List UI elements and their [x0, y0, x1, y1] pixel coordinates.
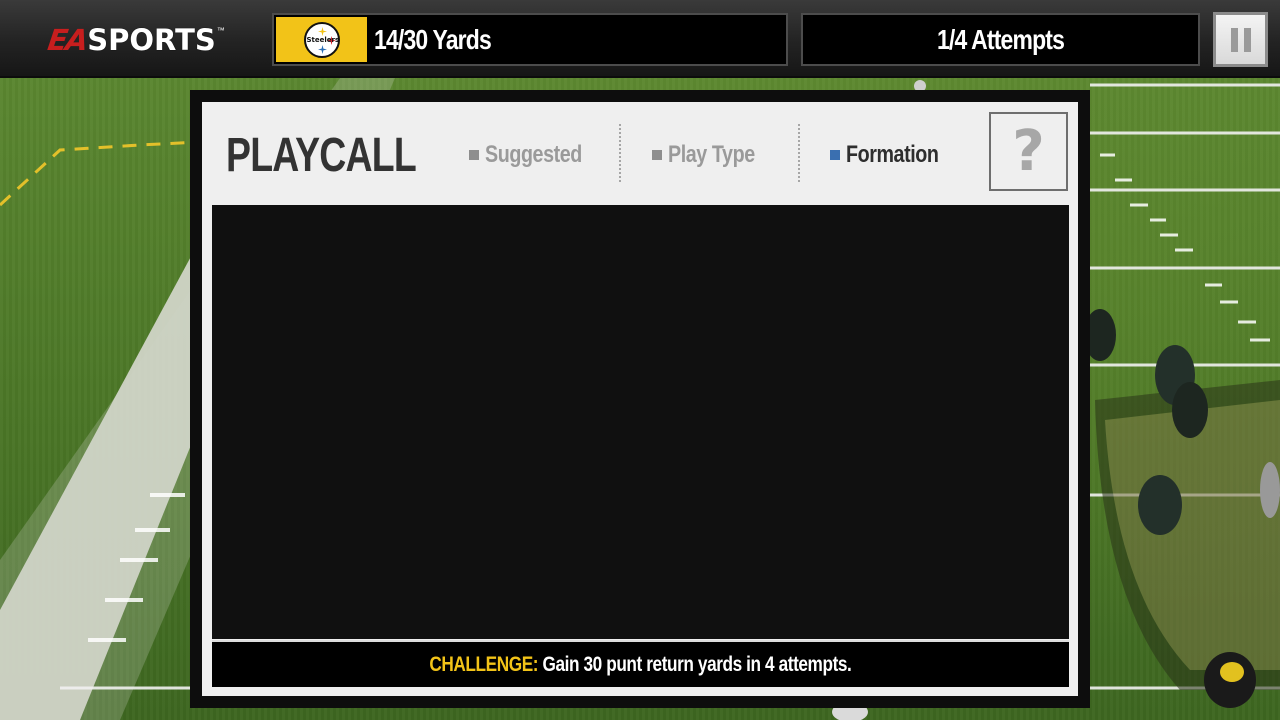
yards-counter: 14/30 Yards — [374, 24, 492, 55]
steelers-logo-icon: Steelers — [303, 21, 340, 58]
help-icon: ? — [1012, 119, 1045, 184]
pause-icon-bar — [1243, 27, 1251, 52]
challenge-text: Gain 30 punt return yards in 4 attempts. — [538, 652, 852, 676]
trademark-mark: ™ — [216, 26, 225, 35]
ea-sports-logo: EA SPORTS ™ — [45, 22, 225, 58]
playcall-panel-frame: PLAYCALL Suggested Play Type Formation ?… — [190, 90, 1090, 708]
challenge-bar: CHALLENGE: Gain 30 punt return yards in … — [212, 640, 1069, 687]
challenge-message: CHALLENGE: Gain 30 punt return yards in … — [429, 652, 852, 677]
yards-progress-box: Steelers 14/30 Yards — [272, 13, 788, 66]
tab-divider — [619, 124, 621, 182]
tab-formation[interactable]: Formation — [830, 138, 959, 172]
tab-indicator-icon — [652, 150, 662, 160]
tab-indicator-icon — [830, 150, 840, 160]
play-selection-area[interactable] — [212, 205, 1069, 639]
playcall-panel: PLAYCALL Suggested Play Type Formation ?… — [202, 102, 1078, 696]
challenge-label: CHALLENGE: — [429, 652, 539, 676]
tab-indicator-icon — [469, 150, 479, 160]
tab-divider — [798, 124, 800, 182]
help-button[interactable]: ? — [989, 112, 1068, 191]
attempts-counter: 1/4 Attempts — [936, 23, 1065, 55]
tab-play-type[interactable]: Play Type — [652, 138, 774, 172]
team-logo-wordmark: Steelers — [306, 35, 340, 44]
pause-button[interactable] — [1213, 12, 1268, 67]
pause-icon — [1230, 27, 1238, 52]
top-bar: EA SPORTS ™ Steelers 14/30 Yards 1/4 Att… — [0, 0, 1280, 78]
panel-title: PLAYCALL — [226, 129, 417, 182]
tab-label: Formation — [846, 141, 939, 168]
tab-suggested[interactable]: Suggested — [469, 138, 603, 172]
sports-logo-text: SPORTS — [87, 23, 216, 57]
attempts-box: 1/4 Attempts — [801, 13, 1200, 66]
tab-label: Suggested — [485, 141, 582, 168]
team-badge: Steelers — [276, 17, 367, 62]
ea-logo-mark: EA — [45, 23, 89, 57]
tab-label: Play Type — [668, 141, 755, 168]
